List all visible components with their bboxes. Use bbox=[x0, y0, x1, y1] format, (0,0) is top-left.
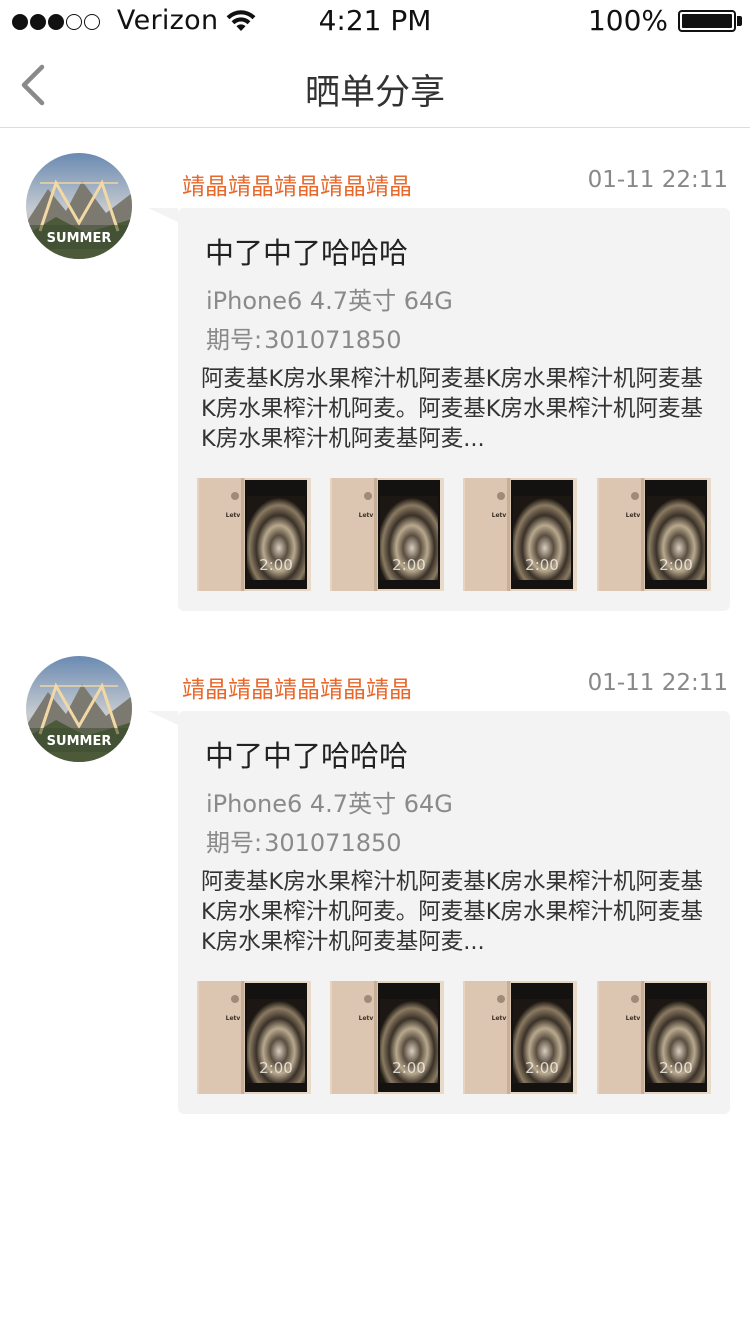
avatar[interactable]: SUMMER bbox=[26, 153, 132, 259]
svg-text:Letv: Letv bbox=[226, 1015, 241, 1022]
post-item: SUMMER 靖晶靖晶靖晶靖晶靖晶 01-11 22:11 中了中了哈哈哈 iP… bbox=[0, 153, 750, 623]
phone-photo-image: Letv 2:00 bbox=[330, 478, 444, 591]
issue-value: 301071850 bbox=[264, 829, 402, 857]
photo-thumbnail[interactable]: Letv 2:00 bbox=[597, 478, 711, 591]
svg-text:Letv: Letv bbox=[492, 512, 507, 519]
issue-value: 301071850 bbox=[264, 326, 402, 354]
phone-photo-image: Letv 2:00 bbox=[463, 981, 577, 1094]
avatar-image: SUMMER bbox=[26, 153, 132, 259]
post-card[interactable]: 中了中了哈哈哈 iPhone6 4.7英寸 64G 期号:301071850 阿… bbox=[148, 711, 730, 1114]
photo-gallery: Letv 2:00 Letv 2:00 Letv 2:00 Letv 2:00 bbox=[197, 478, 712, 591]
photo-thumbnail[interactable]: Letv 2:00 bbox=[463, 981, 577, 1094]
bubble-tail bbox=[148, 711, 178, 725]
username[interactable]: 靖晶靖晶靖晶靖晶靖晶 bbox=[182, 167, 412, 201]
post-card[interactable]: 中了中了哈哈哈 iPhone6 4.7英寸 64G 期号:301071850 阿… bbox=[148, 208, 730, 611]
phone-photo-image: Letv 2:00 bbox=[330, 981, 444, 1094]
post-description: 阿麦基K房水果榨汁机阿麦基K房水果榨汁机阿麦基K房水果榨汁机阿麦。阿麦基K房水果… bbox=[201, 366, 704, 452]
svg-text:2:00: 2:00 bbox=[659, 1059, 693, 1077]
username[interactable]: 靖晶靖晶靖晶靖晶靖晶 bbox=[182, 670, 412, 704]
battery-tip bbox=[737, 16, 742, 26]
product-name: iPhone6 4.7英寸 64G bbox=[206, 287, 453, 315]
product-name: iPhone6 4.7英寸 64G bbox=[206, 790, 453, 818]
battery-icon bbox=[678, 10, 736, 32]
post-item: SUMMER 靖晶靖晶靖晶靖晶靖晶 01-11 22:11 中了中了哈哈哈 iP… bbox=[0, 656, 750, 1126]
photo-gallery: Letv 2:00 Letv 2:00 Letv 2:00 Letv 2:00 bbox=[197, 981, 712, 1094]
svg-text:SUMMER: SUMMER bbox=[47, 734, 112, 749]
post-title: 中了中了哈哈哈 bbox=[205, 236, 409, 270]
photo-thumbnail[interactable]: Letv 2:00 bbox=[330, 478, 444, 591]
phone-photo-image: Letv 2:00 bbox=[197, 478, 311, 591]
post-timestamp: 01-11 22:11 bbox=[587, 670, 728, 696]
issue-label: 期号: bbox=[206, 829, 263, 857]
battery-percentage: 100% bbox=[587, 4, 668, 37]
photo-thumbnail[interactable]: Letv 2:00 bbox=[463, 478, 577, 591]
svg-text:SUMMER: SUMMER bbox=[47, 231, 112, 246]
svg-text:2:00: 2:00 bbox=[659, 556, 693, 574]
svg-text:Letv: Letv bbox=[359, 1015, 374, 1022]
bubble-tail bbox=[148, 208, 178, 222]
avatar[interactable]: SUMMER bbox=[26, 656, 132, 762]
phone-photo-image: Letv 2:00 bbox=[463, 478, 577, 591]
svg-text:Letv: Letv bbox=[359, 512, 374, 519]
issue-number: 期号:301071850 bbox=[206, 320, 402, 355]
svg-text:2:00: 2:00 bbox=[259, 556, 293, 574]
status-bar: Verizon 4:21 PM 100% bbox=[0, 0, 750, 42]
photo-thumbnail[interactable]: Letv 2:00 bbox=[197, 478, 311, 591]
phone-photo-image: Letv 2:00 bbox=[197, 981, 311, 1094]
phone-photo-image: Letv 2:00 bbox=[597, 478, 711, 591]
svg-text:2:00: 2:00 bbox=[525, 556, 559, 574]
photo-thumbnail[interactable]: Letv 2:00 bbox=[330, 981, 444, 1094]
svg-text:Letv: Letv bbox=[492, 1015, 507, 1022]
svg-text:Letv: Letv bbox=[626, 512, 641, 519]
post-title: 中了中了哈哈哈 bbox=[205, 739, 409, 773]
issue-number: 期号:301071850 bbox=[206, 823, 402, 858]
svg-text:2:00: 2:00 bbox=[392, 556, 426, 574]
svg-text:2:00: 2:00 bbox=[525, 1059, 559, 1077]
photo-thumbnail[interactable]: Letv 2:00 bbox=[597, 981, 711, 1094]
svg-text:Letv: Letv bbox=[226, 512, 241, 519]
avatar-image: SUMMER bbox=[26, 656, 132, 762]
post-timestamp: 01-11 22:11 bbox=[587, 167, 728, 193]
svg-text:Letv: Letv bbox=[626, 1015, 641, 1022]
phone-photo-image: Letv 2:00 bbox=[597, 981, 711, 1094]
svg-text:2:00: 2:00 bbox=[392, 1059, 426, 1077]
issue-label: 期号: bbox=[206, 326, 263, 354]
post-description: 阿麦基K房水果榨汁机阿麦基K房水果榨汁机阿麦基K房水果榨汁机阿麦。阿麦基K房水果… bbox=[201, 869, 704, 955]
nav-bar: 晒单分享 bbox=[0, 42, 750, 128]
svg-text:2:00: 2:00 bbox=[259, 1059, 293, 1077]
page-title: 晒单分享 bbox=[304, 73, 445, 113]
photo-thumbnail[interactable]: Letv 2:00 bbox=[197, 981, 311, 1094]
